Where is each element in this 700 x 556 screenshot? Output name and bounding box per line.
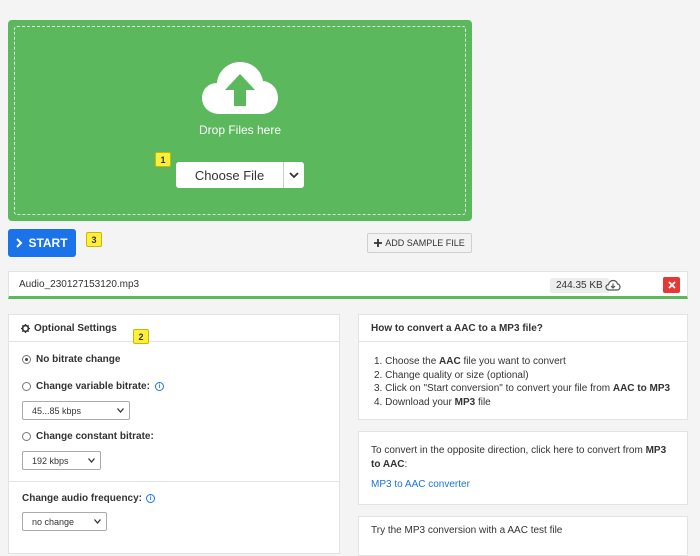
step-badge-3: 3 xyxy=(86,232,102,247)
close-icon xyxy=(667,281,676,289)
how-to-panel: How to convert a AAC to a MP3 file? 1. C… xyxy=(358,314,688,420)
info-icon[interactable]: i xyxy=(154,382,164,391)
list-item: 1. Choose the AAC file you want to conve… xyxy=(374,356,566,367)
option-constant-bitrate[interactable]: Change constant bitrate: xyxy=(22,431,154,442)
start-button[interactable]: START xyxy=(8,229,76,257)
list-item: 2. Change quality or size (optional) xyxy=(374,369,529,381)
constant-bitrate-value: 192 kbps xyxy=(32,455,69,466)
chevron-down-icon xyxy=(88,458,95,463)
settings-header: Optional Settings xyxy=(9,315,339,342)
variable-bitrate-select[interactable]: 45...85 kbps xyxy=(22,401,130,420)
uploaded-file-row: Audio_230127153120.mp3 244.35 KB xyxy=(8,271,688,299)
cloud-upload-icon xyxy=(202,62,278,114)
how-to-title: How to convert a AAC to a MP3 file? xyxy=(359,315,687,342)
frequency-label: Change audio frequency: xyxy=(22,493,143,504)
cloud-download-icon[interactable] xyxy=(605,278,621,293)
opposite-direction-panel: To convert in the opposite direction, cl… xyxy=(358,431,688,505)
settings-divider xyxy=(9,481,339,482)
drop-files-text: Drop Files here xyxy=(198,123,282,137)
settings-title: Optional Settings xyxy=(34,323,117,334)
choose-file-button[interactable]: Choose File xyxy=(176,162,284,188)
add-sample-file-button[interactable]: ADD SAMPLE FILE xyxy=(367,233,472,253)
add-sample-label: ADD SAMPLE FILE xyxy=(385,238,465,248)
chevron-down-icon xyxy=(94,519,101,524)
info-icon[interactable]: i xyxy=(146,494,156,503)
choose-file-group: Choose File xyxy=(176,162,304,188)
optional-settings-panel: Optional Settings No bitrate change Chan… xyxy=(8,314,340,554)
file-dropzone[interactable]: Drop Files here Choose File xyxy=(8,20,472,221)
remove-file-button[interactable] xyxy=(663,277,680,293)
variable-bitrate-label: Change variable bitrate: xyxy=(36,381,150,392)
chevron-down-icon xyxy=(289,171,299,178)
frequency-select[interactable]: no change xyxy=(22,512,107,531)
mp3-to-aac-link[interactable]: MP3 to AAC converter xyxy=(371,478,675,492)
radio-variable-bitrate[interactable] xyxy=(22,382,31,391)
step-badge-1: 1 xyxy=(155,152,171,167)
list-item: 3. Click on "Start conversion" to conver… xyxy=(374,383,671,394)
chevron-down-icon xyxy=(117,408,124,413)
radio-no-bitrate[interactable] xyxy=(22,355,31,364)
radio-constant-bitrate[interactable] xyxy=(22,432,31,441)
constant-bitrate-label: Change constant bitrate: xyxy=(36,431,154,442)
plus-icon xyxy=(374,239,383,247)
how-to-steps: 1. Choose the AAC file you want to conve… xyxy=(359,342,687,409)
constant-bitrate-select[interactable]: 192 kbps xyxy=(22,451,101,470)
step-badge-2: 2 xyxy=(133,329,149,344)
option-no-bitrate[interactable]: No bitrate change xyxy=(22,354,120,365)
file-size-badge: 244.35 KB xyxy=(550,278,609,293)
choose-file-dropdown[interactable] xyxy=(284,162,304,188)
frequency-label-row: Change audio frequency: i xyxy=(22,493,156,504)
frequency-value: no change xyxy=(32,516,75,527)
no-bitrate-label: No bitrate change xyxy=(36,354,121,365)
opposite-text: To convert in the opposite direction, cl… xyxy=(371,445,667,470)
file-name: Audio_230127153120.mp3 xyxy=(19,279,140,290)
list-item: 4. Download your MP3 file xyxy=(374,396,491,408)
start-label: START xyxy=(28,236,68,250)
try-test-text: Try the MP3 conversion with a AAC test f… xyxy=(371,525,563,536)
gear-icon xyxy=(21,324,30,333)
variable-bitrate-value: 45...85 kbps xyxy=(32,405,82,416)
option-variable-bitrate[interactable]: Change variable bitrate: i xyxy=(22,381,164,392)
chevron-right-icon xyxy=(16,238,23,248)
try-test-file-panel: Try the MP3 conversion with a AAC test f… xyxy=(358,516,688,556)
